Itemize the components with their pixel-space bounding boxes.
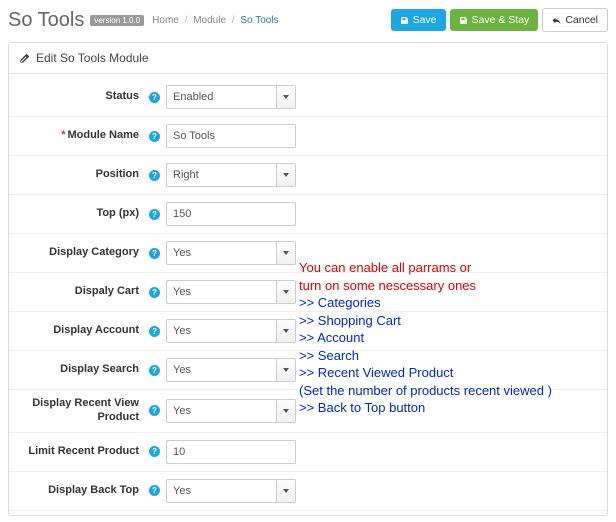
save-stay-button[interactable]: Save & Stay [450,9,539,31]
breadcrumb-current[interactable]: So Tools [240,15,278,26]
label-limit-recent: Limit Recent Product [19,445,143,459]
help-icon[interactable]: ? [149,365,160,376]
label-display-search: Display Search [19,363,143,377]
display-search-select[interactable]: Yes [166,358,296,382]
row-display-search: Display Search ? Yes [9,351,607,390]
row-display-category: Display Category ? Yes [9,234,607,273]
reply-icon [552,16,561,25]
help-icon[interactable]: ? [149,209,160,220]
label-display-cart: Dispaly Cart [19,285,143,299]
display-backtop-select[interactable]: Yes [166,479,296,503]
help-icon[interactable]: ? [149,131,160,142]
page-header: So Tools version 1.0.0 Home / Module / S… [8,6,608,38]
save-icon [400,16,409,25]
version-badge: version 1.0.0 [90,15,144,26]
panel-heading: Edit So Tools Module [9,43,607,74]
label-module-name: *Module Name [19,129,143,143]
row-display-recent: Display Recent View Product ? Yes [9,390,607,433]
display-category-select[interactable]: Yes [166,241,296,265]
help-icon[interactable]: ? [149,485,160,496]
module-name-input[interactable] [166,124,296,148]
help-icon[interactable]: ? [149,287,160,298]
save-stay-icon [459,16,468,25]
label-position: Position [19,168,143,182]
top-input[interactable] [166,202,296,226]
breadcrumb-module[interactable]: Module [193,15,226,26]
limit-recent-input[interactable] [166,440,296,464]
help-icon[interactable]: ? [149,446,160,457]
display-cart-select[interactable]: Yes [166,280,296,304]
help-icon[interactable]: ? [149,92,160,103]
help-icon[interactable]: ? [149,405,160,416]
save-button[interactable]: Save [391,9,446,31]
row-display-cart: Dispaly Cart ? Yes [9,273,607,312]
position-select[interactable]: Right [166,163,296,187]
row-display-account: Display Account ? Yes [9,312,607,351]
status-select[interactable]: Enabled [166,85,296,109]
label-top: Top (px) [19,207,143,221]
label-display-category: Display Category [19,246,143,260]
row-status: Status ? Enabled [9,78,607,117]
row-top: Top (px) ? [9,195,607,234]
row-limit-recent: Limit Recent Product ? [9,433,607,472]
row-module-name: *Module Name ? [9,117,607,156]
display-recent-select[interactable]: Yes [166,399,296,423]
label-display-backtop: Display Back Top [19,484,143,498]
label-display-recent: Display Recent View Product [19,397,143,425]
row-position: Position ? Right [9,156,607,195]
breadcrumb: Home / Module / So Tools [152,15,278,26]
label-display-account: Display Account [19,324,143,338]
breadcrumb-home[interactable]: Home [152,15,179,26]
row-display-backtop: Display Back Top ? Yes [9,472,607,511]
label-status: Status [19,90,143,104]
page-title: So Tools [8,9,84,32]
cancel-button[interactable]: Cancel [542,8,608,32]
help-icon[interactable]: ? [149,326,160,337]
help-icon[interactable]: ? [149,248,160,259]
display-account-select[interactable]: Yes [166,319,296,343]
panel: Edit So Tools Module Status ? Enabled *M… [8,42,608,516]
pencil-icon [19,53,30,64]
help-icon[interactable]: ? [149,170,160,181]
